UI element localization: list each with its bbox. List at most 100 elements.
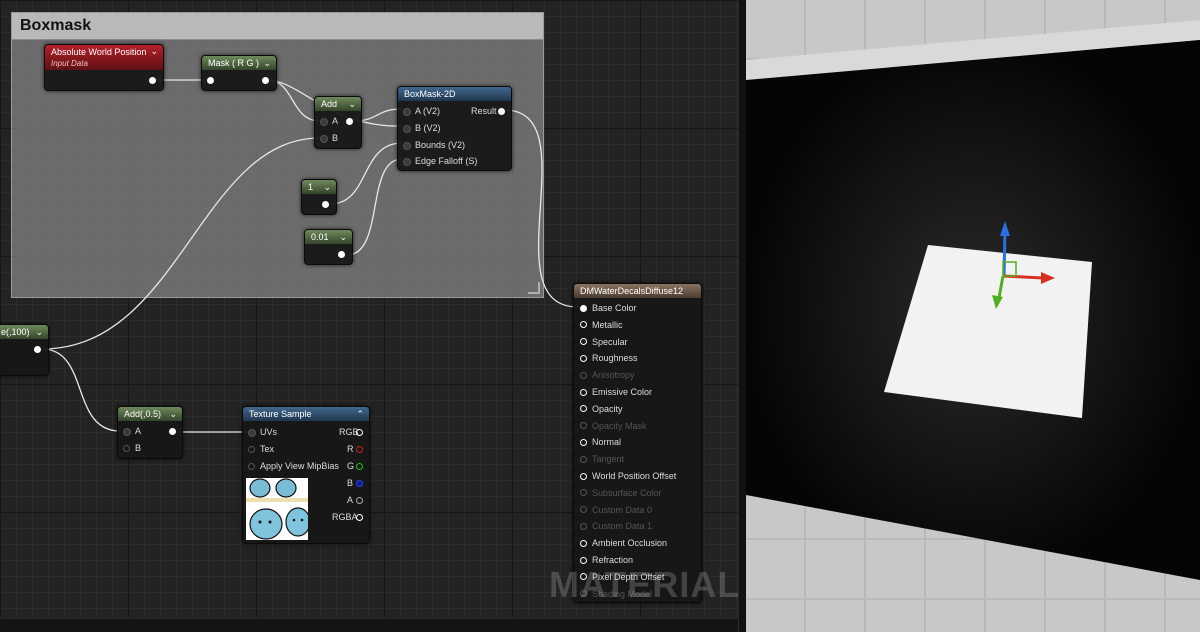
node-title[interactable]: 1 [308, 182, 313, 192]
input-pin-b[interactable] [320, 135, 328, 143]
input-pin[interactable] [580, 371, 587, 379]
wire-divide-add-b [41, 137, 321, 350]
output-pin[interactable] [149, 77, 156, 84]
pin-label: Subsurface Color [592, 487, 662, 498]
node-title: BoxMask-2D [404, 89, 456, 99]
input-pin-a[interactable] [123, 428, 131, 436]
node-title: Mask ( R G ) [208, 58, 259, 68]
material-output-node[interactable]: DMWaterDecalsDiffuse12 Base Color Metalli… [573, 283, 702, 603]
input-pin[interactable] [580, 354, 587, 362]
input-pin-bounds[interactable] [403, 142, 411, 150]
node-title: Absolute World Position [51, 47, 147, 57]
input-pin[interactable] [580, 455, 587, 463]
output-pin-a[interactable] [356, 497, 363, 504]
chevron-down-icon[interactable]: ⌄ [169, 407, 177, 421]
output-pin-b[interactable] [356, 480, 363, 487]
output-pin[interactable] [346, 118, 353, 125]
absolute-world-position-node[interactable]: Absolute World Position Input Data ⌄ [44, 44, 164, 91]
wire-divide-add2 [41, 348, 121, 432]
mask-node[interactable]: Mask ( R G ) ⌄ [201, 55, 277, 91]
input-pin[interactable] [207, 77, 214, 84]
pin-label-a: A [332, 116, 339, 126]
chevron-down-icon[interactable]: ⌄ [35, 325, 43, 339]
output-pin-rgb[interactable] [356, 429, 363, 436]
output-pin[interactable] [322, 201, 329, 208]
chevron-down-icon[interactable]: ⌄ [339, 230, 347, 244]
viewport-3d[interactable] [746, 0, 1200, 632]
input-pin-falloff[interactable] [403, 158, 411, 166]
input-pin[interactable] [580, 556, 587, 564]
output-pin[interactable] [262, 77, 269, 84]
input-pin[interactable] [580, 338, 587, 346]
pin-label: Anisotropy [592, 370, 635, 381]
pin-label: Emissive Color [592, 387, 653, 397]
material-graph-canvas[interactable]: Boxmask Absolute World Position Input Da… [0, 0, 738, 632]
input-pin-b[interactable] [403, 125, 411, 133]
constant-node[interactable]: 1 ⌄ [301, 179, 337, 215]
node-header: Texture Sample ⌃ [243, 407, 369, 421]
chevron-down-icon[interactable]: ⌄ [323, 180, 331, 194]
chevron-down-icon[interactable]: ⌄ [263, 56, 271, 70]
pin-label-b: B [332, 133, 339, 143]
node-header: 1 ⌄ [302, 180, 336, 194]
input-pin-a[interactable] [403, 108, 411, 116]
input-pin-a[interactable] [320, 118, 328, 126]
input-pin[interactable] [580, 506, 587, 514]
input-pin[interactable] [580, 522, 587, 530]
output-pin[interactable] [338, 251, 345, 258]
graph-bottom-bar [0, 618, 738, 632]
pin-label-b: B [347, 478, 354, 488]
node-header: e(,100) ⌄ [0, 325, 48, 339]
node-title[interactable]: 0.01 [311, 232, 329, 242]
input-pin-b[interactable] [123, 445, 130, 452]
chevron-down-icon[interactable]: ⌄ [348, 97, 356, 111]
pin-label-a: A [347, 495, 354, 505]
add-node[interactable]: Add ⌄ A B [314, 96, 362, 149]
input-pin-uvs[interactable] [248, 429, 256, 437]
node-header: DMWaterDecalsDiffuse12 [574, 284, 701, 298]
texture-sample-node[interactable]: Texture Sample ⌃ UVs RGB Tex R Apply Vie… [242, 406, 370, 544]
texture-preview-thumbnail [246, 478, 308, 540]
chevron-up-icon[interactable]: ⌃ [356, 407, 364, 421]
input-pin-mipbias[interactable] [248, 463, 255, 470]
pin-label-result: Result [471, 106, 497, 116]
input-pin[interactable] [580, 321, 587, 329]
wire-boxmask-basecolor [503, 109, 579, 308]
node-header: Add(,0.5) ⌄ [118, 407, 182, 421]
boxmask-2d-node[interactable]: BoxMask-2D A (V2) Result B (V2) Bounds (… [397, 86, 512, 171]
output-pin[interactable] [34, 346, 41, 353]
pin-label-mipbias: Apply View MipBias [260, 461, 339, 471]
input-pin[interactable] [580, 539, 587, 547]
node-header: 0.01 ⌄ [305, 230, 352, 244]
output-pin[interactable] [169, 428, 176, 435]
input-pin[interactable] [580, 489, 587, 497]
pin-label-bounds: Bounds (V2) [415, 140, 466, 150]
add-node[interactable]: Add(,0.5) ⌄ A B [117, 406, 183, 459]
node-title: Add(,0.5) [124, 409, 162, 419]
output-pin-g[interactable] [356, 463, 363, 470]
input-pin[interactable] [580, 422, 587, 430]
pin-label-b: B [135, 443, 142, 453]
pin-label: World Position Offset [592, 471, 677, 481]
constant-node[interactable]: 0.01 ⌄ [304, 229, 353, 265]
input-pin[interactable] [580, 405, 587, 413]
pin-label: Roughness [592, 353, 638, 364]
output-pin-result[interactable] [498, 108, 505, 115]
input-pin[interactable] [580, 388, 587, 396]
divide-node[interactable]: e(,100) ⌄ [0, 324, 49, 376]
input-pin[interactable] [580, 438, 587, 446]
wire-const1-bounds [329, 142, 403, 205]
pin-label: Custom Data 1 [592, 521, 653, 532]
pin-label: Base Color [592, 303, 637, 313]
input-pin[interactable] [580, 472, 587, 480]
node-header: BoxMask-2D [398, 87, 511, 101]
pin-label: Specular [592, 336, 628, 347]
pin-label-falloff: Edge Falloff (S) [415, 156, 478, 166]
input-pin[interactable] [580, 304, 587, 312]
wire-const2-falloff [346, 158, 403, 256]
input-pin-tex[interactable] [248, 446, 255, 453]
pin-label: Tangent [592, 454, 625, 465]
output-pin-r[interactable] [356, 446, 363, 453]
output-pin-rgba[interactable] [356, 514, 363, 521]
chevron-down-icon[interactable]: ⌄ [150, 45, 158, 57]
